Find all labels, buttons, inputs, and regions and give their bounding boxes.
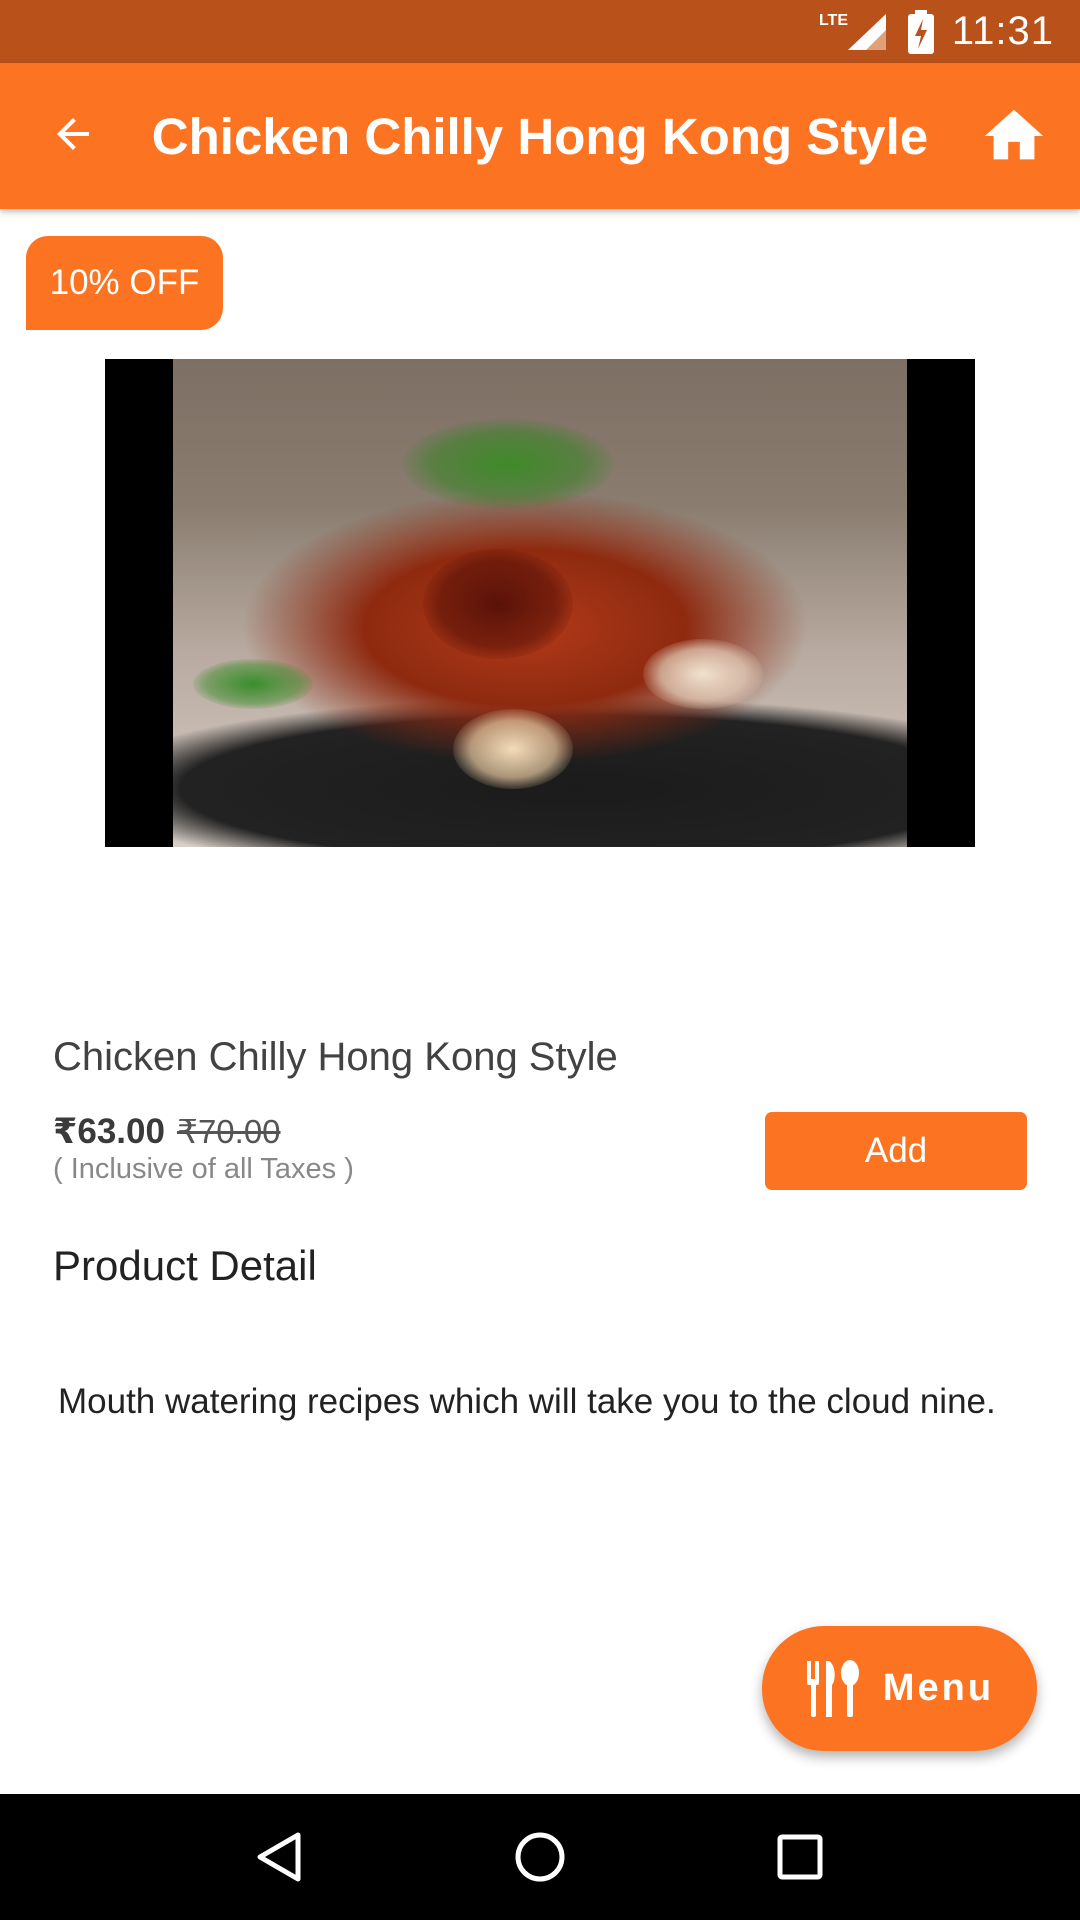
screen: LTE 11:31 Chicken Chilly Hong Kong Style — [0, 0, 1080, 1920]
nav-recents-icon — [777, 1834, 823, 1880]
navigation-bar — [0, 1794, 1080, 1920]
add-button[interactable]: Add — [765, 1112, 1027, 1190]
home-icon — [984, 109, 1044, 160]
product-description: Mouth watering recipes which will take y… — [58, 1382, 996, 1421]
lte-signal-icon — [842, 10, 890, 54]
discount-badge: 10% OFF — [26, 236, 223, 330]
dish-photo — [173, 359, 907, 847]
status-bar: LTE 11:31 — [0, 0, 1080, 63]
menu-label: Menu — [882, 1667, 995, 1709]
section-title: Product Detail — [53, 1242, 317, 1289]
menu-fab-button[interactable]: Menu — [762, 1626, 1037, 1751]
nav-home-icon — [515, 1832, 565, 1882]
status-time: 11:31 — [951, 9, 1054, 53]
arrow-back-icon — [57, 118, 89, 150]
product-name: Chicken Chilly Hong Kong Style — [53, 1035, 618, 1079]
network-label: LTE — [818, 12, 848, 29]
app-bar: Chicken Chilly Hong Kong Style — [0, 63, 1080, 209]
battery-charging-icon — [907, 9, 934, 54]
tax-note: ( Inclusive of all Taxes ) — [53, 1153, 354, 1185]
price-original: ₹70.00 — [176, 1113, 281, 1150]
cutlery-icon — [806, 1659, 859, 1717]
nav-back-icon — [257, 1832, 301, 1882]
price-current: ₹63.00 — [53, 1112, 165, 1151]
product-image — [105, 359, 975, 847]
nav-home-button[interactable] — [500, 1817, 580, 1897]
nav-back-button[interactable] — [240, 1817, 320, 1897]
page-title: Chicken Chilly Hong Kong Style — [151, 107, 929, 165]
nav-recents-button[interactable] — [760, 1817, 840, 1897]
price-row: ₹63.00 ₹70.00 — [53, 1112, 281, 1152]
back-button[interactable] — [40, 101, 106, 167]
home-button[interactable] — [978, 100, 1050, 172]
